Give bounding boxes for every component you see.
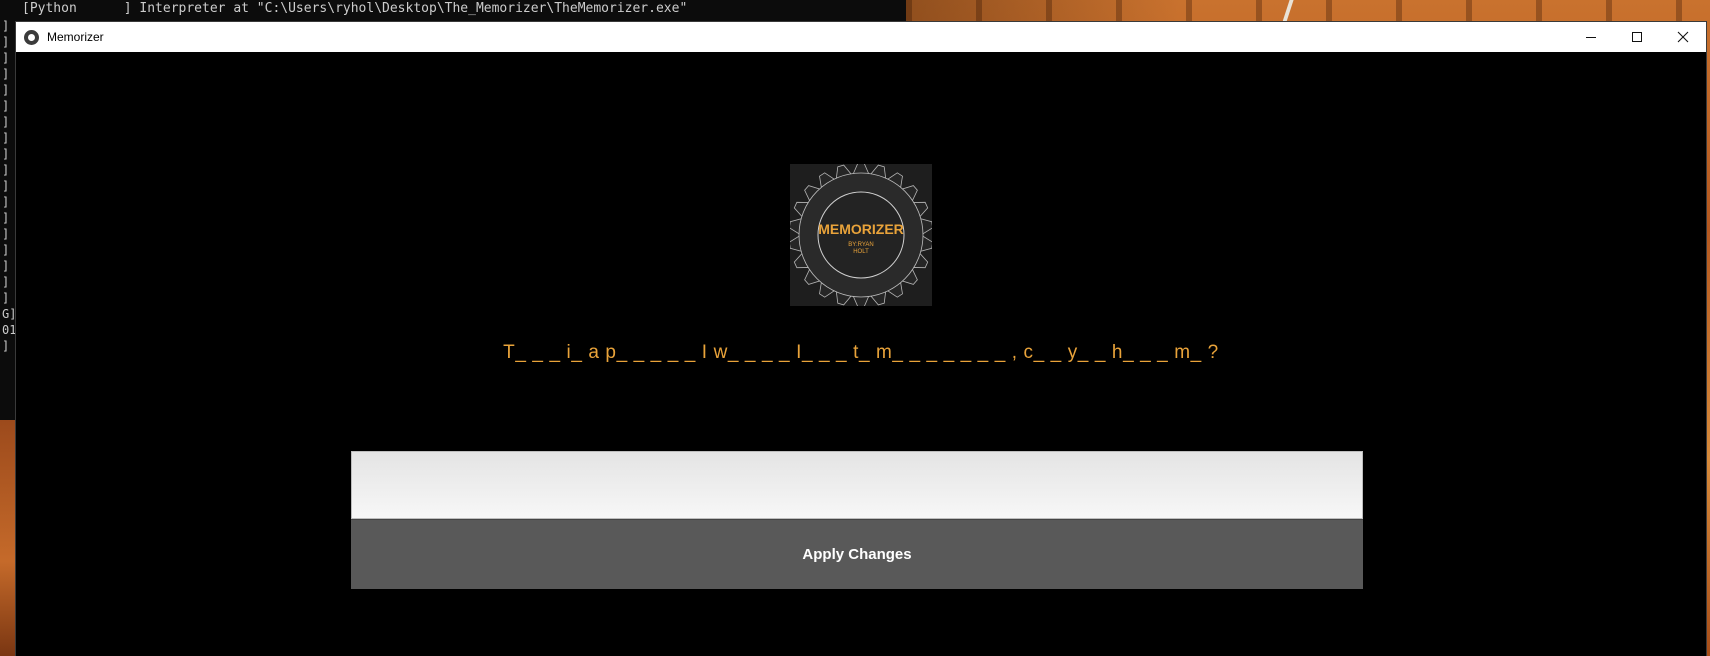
- window-controls: [1568, 22, 1706, 52]
- close-button[interactable]: [1660, 22, 1706, 52]
- maximize-icon: [1632, 32, 1642, 42]
- memorizer-logo: MEMORIZER BY:RYAN HOLT: [790, 164, 932, 306]
- window-titlebar[interactable]: Memorizer: [16, 22, 1706, 52]
- window-content: MEMORIZER BY:RYAN HOLT T_ _ _ i_ a p_ _ …: [16, 52, 1706, 656]
- console-interpreter-line: [Python ] Interpreter at "C:\Users\ryhol…: [22, 1, 688, 16]
- memorizer-window: Memorizer MEMORIZER BY:RYAN HOLT T_ _ _ …: [16, 22, 1706, 656]
- logo-title: MEMORIZER: [818, 221, 904, 237]
- logo-subtitle-2: HOLT: [853, 249, 869, 255]
- minimize-icon: [1586, 37, 1596, 38]
- window-title: Memorizer: [47, 30, 104, 44]
- gear-logo-icon: MEMORIZER BY:RYAN HOLT: [790, 164, 932, 306]
- desktop-wallpaper-left-strip: [0, 420, 16, 656]
- minimize-button[interactable]: [1568, 22, 1614, 52]
- maximize-button[interactable]: [1614, 22, 1660, 52]
- close-icon: [1677, 31, 1689, 43]
- wallpaper-tree: [1282, 0, 1294, 22]
- answer-input[interactable]: [351, 451, 1363, 519]
- console-bracket-column: ] ] ] ] ] ] ] ] ] ] ] ] ] ] ] ] ] ] G] 0…: [2, 19, 17, 353]
- app-icon: [24, 29, 39, 45]
- apply-changes-button[interactable]: Apply Changes: [351, 519, 1363, 589]
- memorize-prompt: T_ _ _ i_ a p_ _ _ _ _ I w_ _ _ _ I_ _ _…: [503, 342, 1219, 363]
- logo-subtitle-1: BY:RYAN: [848, 242, 873, 248]
